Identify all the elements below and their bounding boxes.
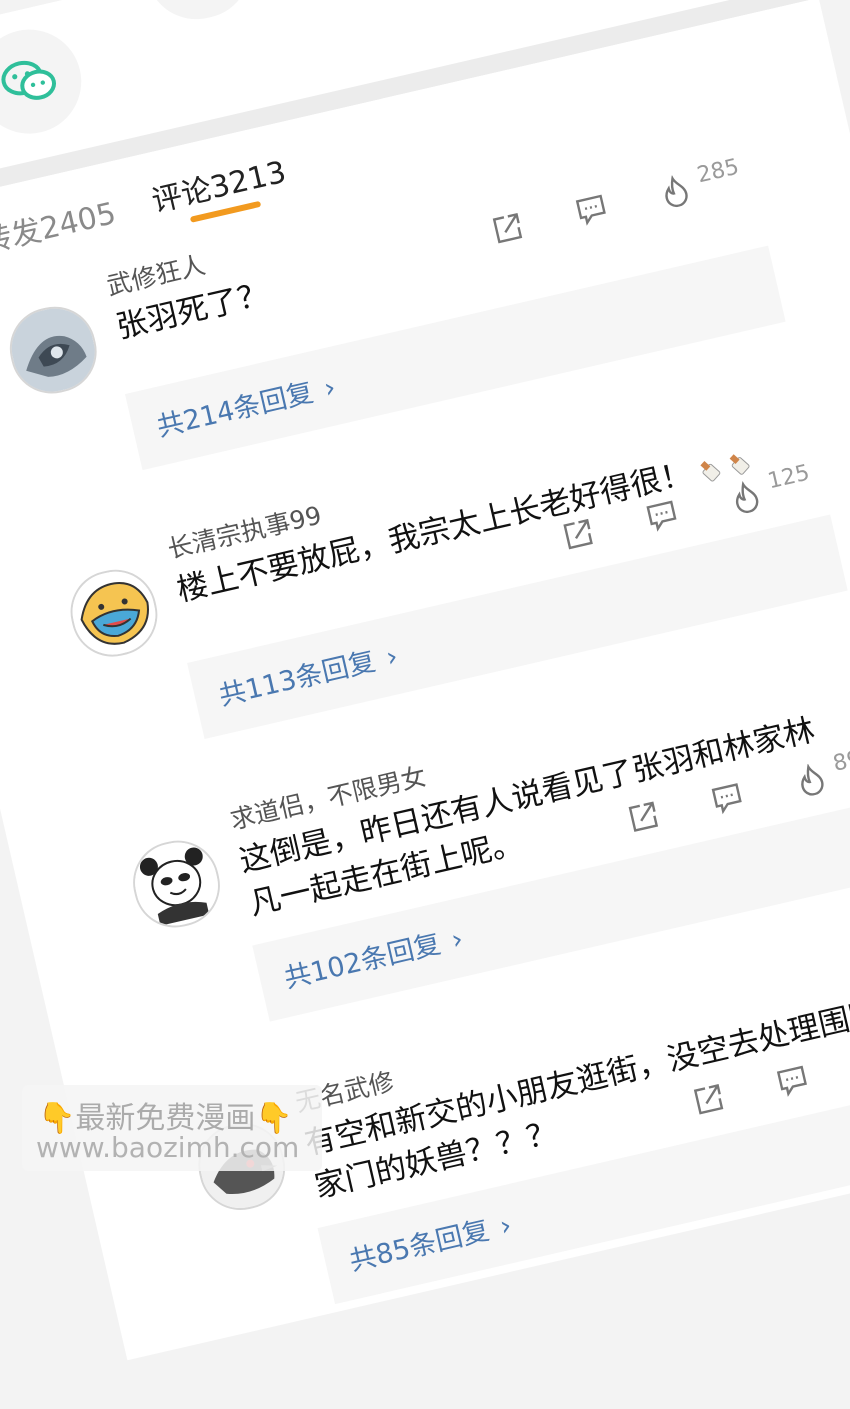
moments-share-button[interactable] <box>147 0 260 29</box>
chevron-right-icon: › <box>497 1210 515 1243</box>
share-icon[interactable] <box>560 517 597 557</box>
reply-count-link[interactable]: 共113条回复 <box>216 646 378 712</box>
like-count: 89 <box>831 746 850 777</box>
share-icon[interactable] <box>625 799 662 839</box>
share-icon[interactable] <box>691 1082 728 1122</box>
flame-icon[interactable] <box>657 172 694 214</box>
comment-icon[interactable] <box>573 191 610 231</box>
avatar[interactable] <box>2 299 105 402</box>
avatar[interactable] <box>62 562 165 665</box>
reply-count-link[interactable]: 共85条回复 <box>347 1215 493 1277</box>
share-icon[interactable] <box>490 211 527 251</box>
wechat-icon <box>0 53 62 110</box>
comment-actions: 285 <box>490 150 791 256</box>
comment-icon[interactable] <box>644 497 681 537</box>
chevron-right-icon: › <box>383 641 401 674</box>
candle-emoji-icon <box>695 456 724 485</box>
reply-count-link[interactable]: 共102条回复 <box>281 929 443 995</box>
like-count: 285 <box>695 155 742 189</box>
chevron-right-icon: › <box>321 372 339 405</box>
wechat-share-button[interactable] <box>0 19 92 144</box>
like-count: 125 <box>765 461 812 495</box>
flame-icon[interactable] <box>728 478 765 520</box>
comment-icon[interactable] <box>775 1063 812 1103</box>
watermark: 👇最新免费漫画👇 www.baozimh.com <box>22 1085 322 1171</box>
comment-icon[interactable] <box>709 780 746 820</box>
watermark-line2: www.baozimh.com <box>36 1131 299 1164</box>
candle-emoji-icon <box>724 449 753 478</box>
reply-count-link[interactable]: 共214条回复 <box>154 377 316 443</box>
chevron-right-icon: › <box>448 924 466 957</box>
avatar[interactable] <box>125 832 228 935</box>
flame-icon[interactable] <box>793 761 830 803</box>
